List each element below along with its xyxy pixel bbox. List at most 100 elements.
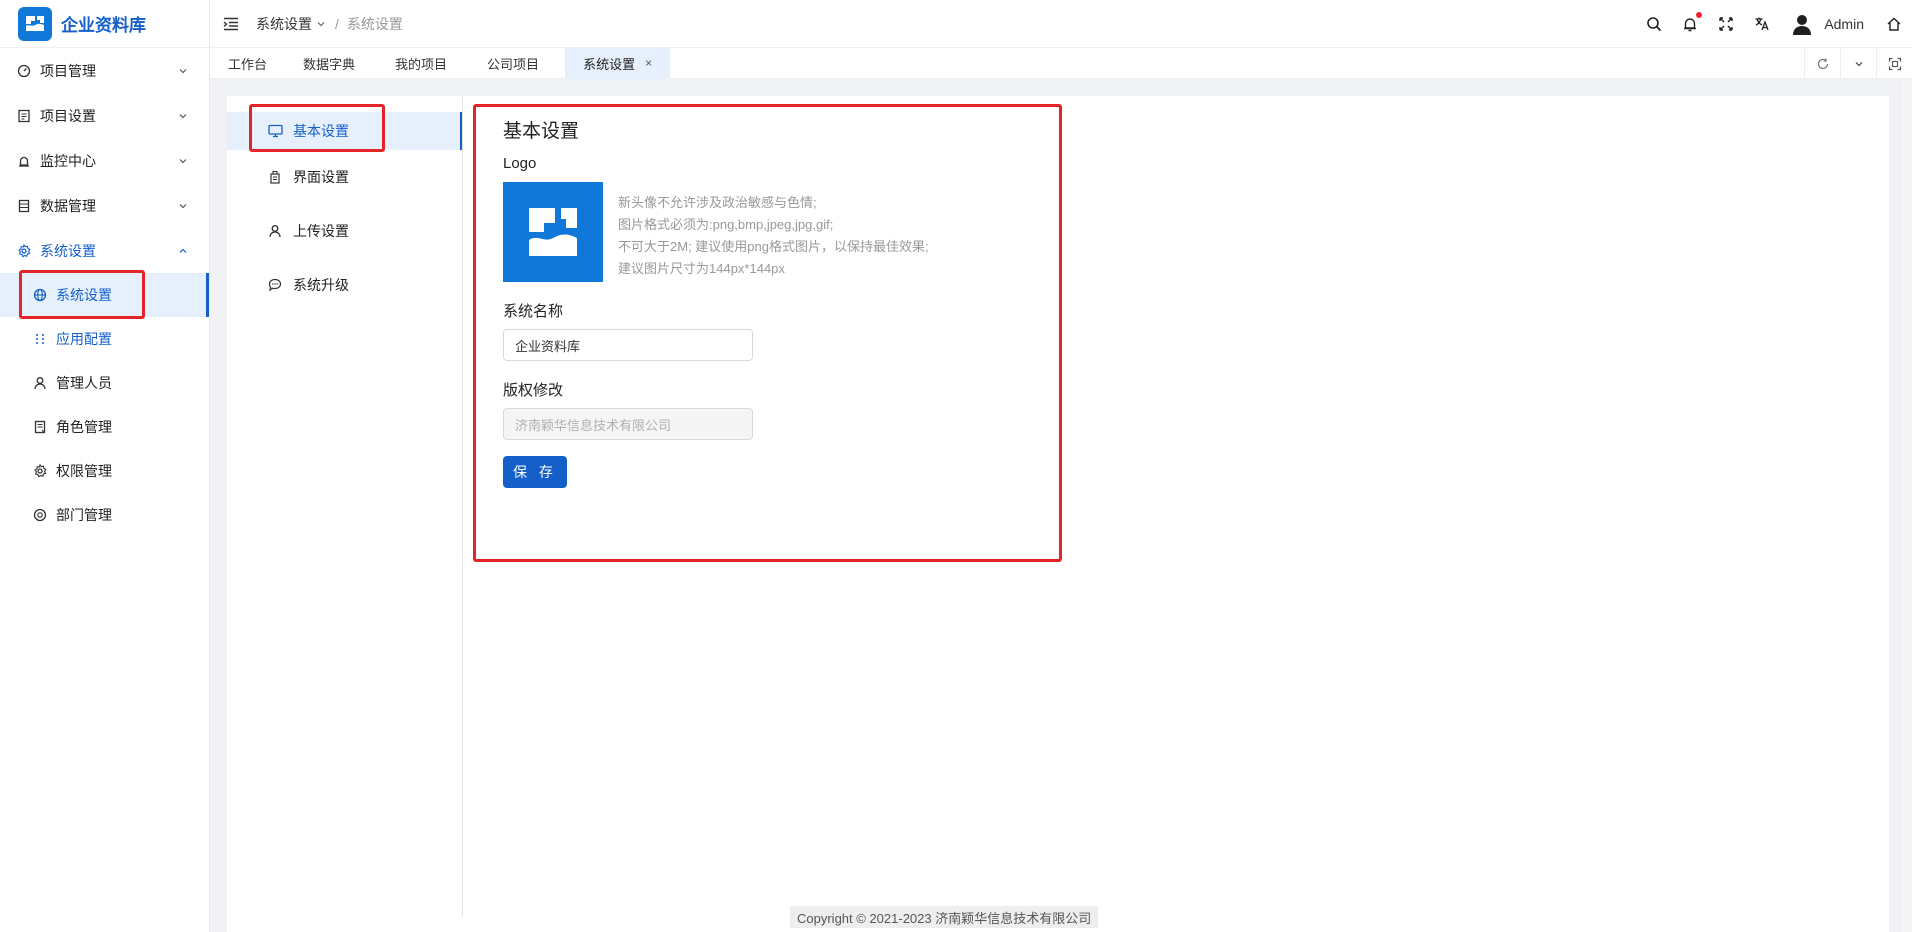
- avatar[interactable]: [1790, 12, 1814, 36]
- breadcrumb: 系统设置 / 系统设置: [256, 14, 403, 34]
- sidebar-group-label: 监控中心: [40, 152, 96, 169]
- copyright-input[interactable]: 济南颖华信息技术有限公司: [503, 408, 753, 440]
- top-header: 系统设置 / 系统设置 Admin: [210, 0, 1912, 48]
- system-name-label: 系统名称: [503, 303, 564, 320]
- user-icon: [32, 375, 48, 391]
- submenu-system-upgrade[interactable]: 系统升级: [227, 258, 462, 312]
- fullscreen-icon[interactable]: [1717, 15, 1735, 33]
- submenu-label: 界面设置: [293, 169, 349, 185]
- sidebar-item-app-config[interactable]: 应用配置: [0, 317, 209, 361]
- breadcrumb-item[interactable]: 系统设置: [256, 14, 312, 34]
- sidebar-item-label: 角色管理: [56, 419, 112, 435]
- monitor-icon: [267, 123, 283, 139]
- sidebar-item-roles[interactable]: 角色管理: [0, 405, 209, 449]
- brand-title: 企业资料库: [61, 16, 146, 35]
- sidebar-item-managers[interactable]: 管理人员: [0, 361, 209, 405]
- tab-my-projects[interactable]: 我的项目: [373, 48, 465, 79]
- tab-label: 工作台: [228, 56, 268, 72]
- sidebar-item-label: 系统设置: [56, 287, 112, 303]
- basic-settings-form: 基本设置 Logo 新头像不允许涉及政治敏感与色情; 图片格式必须为:png,b…: [503, 116, 929, 488]
- logo-upload[interactable]: [503, 182, 603, 282]
- notification-dot: [1696, 12, 1703, 18]
- menu-toggle-icon[interactable]: [222, 15, 240, 33]
- chevron-up-icon: [179, 248, 187, 253]
- refresh-icon[interactable]: [1804, 48, 1840, 79]
- bell-icon[interactable]: [1681, 12, 1703, 33]
- tabs-bar: 工作台 数据字典 我的项目 公司项目 系统设置 ×: [210, 47, 1912, 79]
- sidebar-group-project-settings[interactable]: 项目设置: [0, 93, 209, 138]
- sidebar-item-label: 管理人员: [56, 375, 112, 391]
- chevron-down-icon: [179, 158, 187, 163]
- tab-label: 数据字典: [303, 56, 356, 72]
- hint-line: 不可大于2M; 建议使用png格式图片，以保持最佳效果;: [618, 239, 929, 254]
- sidebar-item-label: 权限管理: [56, 463, 112, 479]
- sidebar-group-data-management[interactable]: 数据管理: [0, 183, 209, 228]
- settings-submenu: 基本设置 界面设置 上传设置 系统升级: [227, 96, 463, 916]
- breadcrumb-current: 系统设置: [346, 15, 403, 32]
- logo-label: Logo: [503, 155, 537, 172]
- database-icon: [16, 198, 32, 214]
- gear-icon: [32, 463, 48, 479]
- submenu-basic-settings[interactable]: 基本设置: [227, 112, 462, 150]
- document-icon: [16, 108, 32, 124]
- sidebar-item-label: 部门管理: [56, 507, 112, 523]
- form-title: 基本设置: [503, 121, 580, 142]
- tab-label: 我的项目: [395, 56, 448, 72]
- save-button[interactable]: 保 存: [503, 456, 567, 488]
- sidebar-item-departments[interactable]: 部门管理: [0, 493, 209, 537]
- logo-row: 新头像不允许涉及政治敏感与色情; 图片格式必须为:png,bmp,jpeg,jp…: [503, 182, 929, 282]
- sidebar-group-label: 数据管理: [40, 197, 96, 214]
- sidebar-group-project-management[interactable]: 项目管理: [0, 48, 209, 93]
- maximize-icon[interactable]: [1876, 48, 1912, 79]
- sidebar-group-monitor-center[interactable]: 监控中心: [0, 138, 209, 183]
- tab-label: 公司项目: [487, 56, 540, 72]
- tab-system-settings[interactable]: 系统设置 ×: [565, 47, 671, 79]
- gear-icon: [16, 243, 32, 259]
- footer-copyright: Copyright © 2021-2023 济南颖华信息技术有限公司: [790, 906, 1099, 928]
- submenu-label: 系统升级: [293, 277, 349, 293]
- user-icon: [267, 223, 283, 239]
- dashboard-icon: [16, 63, 32, 79]
- sidebar-item-permissions[interactable]: 权限管理: [0, 449, 209, 493]
- hint-line: 新头像不允许涉及政治敏感与色情;: [618, 195, 817, 210]
- search-icon[interactable]: [1645, 15, 1663, 33]
- sidebar-group-label: 项目设置: [40, 107, 96, 124]
- sidebar-item-system-settings[interactable]: 系统设置: [0, 273, 209, 317]
- close-icon[interactable]: ×: [645, 56, 652, 70]
- sidebar-group-system-settings[interactable]: 系统设置: [0, 228, 209, 273]
- tab-label: 系统设置: [583, 56, 636, 72]
- grid-dots-icon: [32, 331, 48, 347]
- brand-logo-icon: [529, 208, 577, 256]
- chat-icon: [267, 277, 283, 293]
- breadcrumb-separator: /: [335, 15, 339, 32]
- chevron-down-icon: [179, 203, 187, 208]
- tab-tools: [1804, 48, 1912, 79]
- tab-data-dictionary[interactable]: 数据字典: [285, 48, 373, 79]
- brand[interactable]: 企业资料库: [0, 0, 209, 48]
- brand-logo-icon: [18, 6, 52, 41]
- tab-company-projects[interactable]: 公司项目: [465, 48, 557, 79]
- chevron-down-icon: [179, 113, 187, 118]
- chevron-down-icon[interactable]: [1840, 48, 1876, 79]
- system-name-input[interactable]: 企业资料库: [503, 329, 753, 361]
- chevron-down-icon: [317, 21, 325, 26]
- sidebar-group-label: 项目管理: [40, 62, 96, 79]
- scrollbar[interactable]: [1902, 80, 1912, 932]
- logo-hints: 新头像不允许涉及政治敏感与色情; 图片格式必须为:png,bmp,jpeg,jp…: [618, 192, 929, 282]
- hint-line: 图片格式必须为:png,bmp,jpeg,jpg,gif;: [618, 217, 834, 232]
- content-card: 基本设置 界面设置 上传设置 系统升级 基本设置 Logo 新头像不允许涉及政治…: [227, 96, 1889, 932]
- sidebar-item-label: 应用配置: [56, 331, 112, 347]
- department-icon: [32, 507, 48, 523]
- translate-icon[interactable]: [1753, 15, 1771, 33]
- alarm-icon: [16, 153, 32, 169]
- header-actions: Admin: [1636, 0, 1912, 48]
- username[interactable]: Admin: [1824, 16, 1864, 32]
- submenu-interface-settings[interactable]: 界面设置: [227, 150, 462, 204]
- copyright-label: 版权修改: [503, 382, 564, 399]
- tab-workbench[interactable]: 工作台: [210, 48, 285, 79]
- submenu-upload-settings[interactable]: 上传设置: [227, 204, 462, 258]
- sidebar-group-label: 系统设置: [40, 242, 96, 259]
- home-icon[interactable]: [1885, 15, 1903, 33]
- globe-icon: [32, 287, 48, 303]
- chevron-down-icon: [179, 68, 187, 73]
